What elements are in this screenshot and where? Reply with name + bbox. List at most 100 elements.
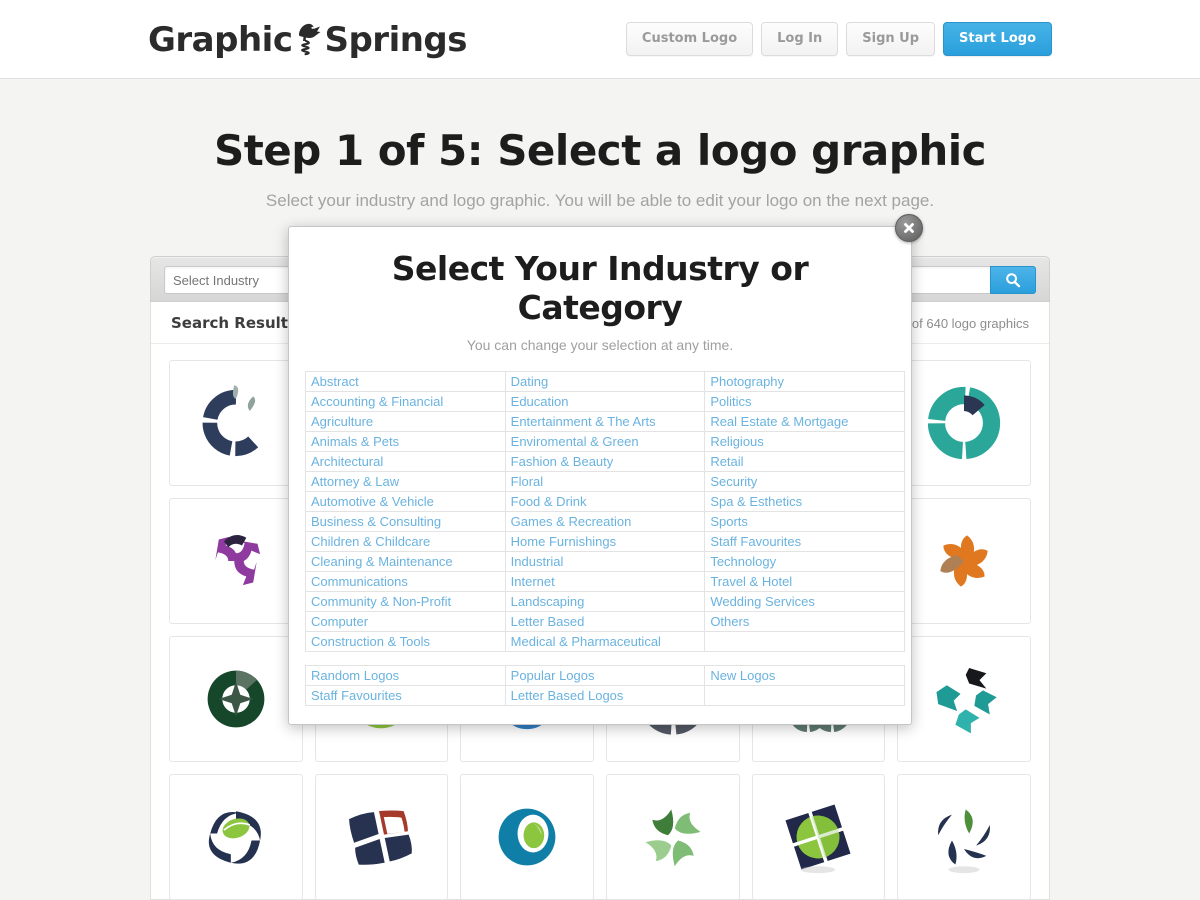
industry-cell: Automotive & Vehicle — [305, 491, 506, 512]
custom-logo-button[interactable]: Custom Logo — [625, 22, 754, 56]
industry-cell: Communications — [305, 571, 506, 592]
industry-link[interactable]: Food & Drink — [511, 494, 587, 509]
industry-link[interactable]: Cleaning & Maintenance — [311, 554, 453, 569]
industry-link[interactable]: Retail — [710, 454, 743, 469]
industry-link[interactable]: Staff Favourites — [710, 534, 801, 549]
industry-cell: Business & Consulting — [305, 511, 506, 532]
industry-cell: Spa & Esthetics — [704, 491, 905, 512]
industry-cell: Construction & Tools — [305, 631, 506, 652]
green-star-circle-icon — [207, 670, 265, 728]
industry-link[interactable]: Spa & Esthetics — [710, 494, 802, 509]
sign-up-button[interactable]: Sign Up — [846, 22, 936, 56]
logo-thumb-navy-green-swirl[interactable] — [169, 774, 303, 900]
industry-link[interactable]: Communications — [311, 574, 408, 589]
industry-link[interactable]: Attorney & Law — [311, 474, 399, 489]
industry-link[interactable]: Children & Childcare — [311, 534, 430, 549]
navy-broken-ring-icon — [202, 385, 258, 457]
industry-cell: Retail — [704, 451, 905, 472]
industry-row: Community & Non-Profit Landscaping Wedding… — [305, 591, 905, 612]
industry-link[interactable]: Wedding Services — [710, 594, 815, 609]
industry-link[interactable]: Agriculture — [311, 414, 373, 429]
industry-link[interactable]: Internet — [511, 574, 555, 589]
logo-thumb-navy-green-fan[interactable] — [897, 774, 1031, 900]
industry-link[interactable]: Real Estate & Mortgage — [710, 414, 848, 429]
industry-cell: Landscaping — [504, 591, 706, 612]
industry-cell: Food & Drink — [504, 491, 706, 512]
brand-text-graphic: Graphic — [148, 20, 293, 60]
industry-row: Cleaning & Maintenance Industrial Technolo… — [305, 551, 905, 572]
brand-logo[interactable]: Graphic Springs — [148, 16, 468, 64]
log-in-button[interactable]: Log In — [761, 22, 839, 56]
industry-link[interactable]: Floral — [511, 474, 544, 489]
logo-thumb-teal-arrows[interactable] — [897, 636, 1031, 762]
quick-link-link[interactable]: Random Logos — [311, 668, 399, 683]
industry-link[interactable]: Technology — [710, 554, 776, 569]
industry-link[interactable]: Others — [710, 614, 749, 629]
industry-cell: Architectural — [305, 451, 506, 472]
industry-link[interactable]: Politics — [710, 394, 751, 409]
quick-link-cell: Random Logos — [305, 665, 506, 686]
page-title: Step 1 of 5: Select a logo graphic — [213, 126, 987, 175]
quick-link-cell: Staff Favourites — [305, 685, 506, 706]
industry-category-body: Abstract Dating Photography Accounting & Fi… — [305, 371, 905, 652]
industry-cell: Animals & Pets — [305, 431, 506, 452]
logo-thumb-orange-pinwheel[interactable] — [897, 498, 1031, 624]
industry-row: Computer Letter Based Others — [305, 611, 905, 632]
quick-link-link[interactable]: Popular Logos — [511, 668, 595, 683]
results-count: of 640 logo graphics — [911, 316, 1029, 331]
quick-link-link[interactable]: Staff Favourites — [311, 688, 402, 703]
industry-link[interactable]: Photography — [710, 374, 784, 389]
logo-thumb-green-leaf-pinwheel[interactable] — [606, 774, 740, 900]
industry-link[interactable]: Medical & Pharmaceutical — [511, 634, 661, 649]
logo-thumb-teal-donut[interactable] — [897, 360, 1031, 486]
industry-link[interactable]: Letter Based — [511, 614, 585, 629]
industry-link[interactable]: Automotive & Vehicle — [311, 494, 434, 509]
modal-title: Select Your Industry or Category — [391, 249, 809, 327]
quick-link-row: Staff Favourites Letter Based Logos — [305, 685, 905, 706]
industry-cell: Education — [504, 391, 706, 412]
industry-link[interactable]: Security — [710, 474, 757, 489]
industry-link[interactable]: Animals & Pets — [311, 434, 399, 449]
logo-thumb-green-navy-diamond[interactable] — [751, 774, 886, 900]
industry-cell: Religious — [704, 431, 905, 452]
logo-thumb-navy-window[interactable] — [314, 774, 449, 900]
results-title: Search Results — [171, 314, 297, 332]
industry-link[interactable]: Accounting & Financial — [311, 394, 443, 409]
logo-thumb-purple-pinwheel[interactable] — [169, 498, 303, 624]
blue-circle-green-eye-icon — [498, 808, 556, 866]
industry-link[interactable]: Business & Consulting — [311, 514, 441, 529]
industry-link[interactable]: Education — [511, 394, 569, 409]
industry-link[interactable]: Travel & Hotel — [710, 574, 792, 589]
industry-cell: Travel & Hotel — [704, 571, 905, 592]
industry-link[interactable]: Architectural — [311, 454, 383, 469]
industry-cell: Politics — [704, 391, 905, 412]
industry-link[interactable]: Home Furnishings — [511, 534, 617, 549]
industry-cell: Entertainment & The Arts — [504, 411, 706, 432]
industry-cell: Computer — [305, 611, 506, 632]
close-modal-button[interactable] — [895, 214, 923, 242]
industry-link[interactable]: Enviromental & Green — [511, 434, 639, 449]
industry-link[interactable]: Sports — [710, 514, 748, 529]
logo-thumb-green-star-ring[interactable] — [169, 636, 303, 762]
industry-link[interactable]: Fashion & Beauty — [511, 454, 614, 469]
industry-link[interactable]: Computer — [311, 614, 368, 629]
search-button[interactable] — [990, 266, 1036, 294]
start-logo-button[interactable]: Start Logo — [943, 22, 1052, 56]
industry-link[interactable]: Community & Non-Profit — [311, 594, 451, 609]
industry-link[interactable]: Entertainment & The Arts — [511, 414, 656, 429]
logo-thumb-blue-eye[interactable] — [460, 774, 594, 900]
quick-link-cell: Letter Based Logos — [504, 685, 706, 706]
industry-link[interactable]: Landscaping — [511, 594, 585, 609]
industry-link[interactable]: Games & Recreation — [511, 514, 632, 529]
industry-link[interactable]: Abstract — [311, 374, 359, 389]
quick-link-link[interactable]: New Logos — [710, 668, 775, 683]
industry-row: Architectural Fashion & Beauty Retail — [305, 451, 905, 472]
industry-row: Attorney & Law Floral Security — [305, 471, 905, 492]
industry-cell: Others — [704, 611, 905, 632]
industry-link[interactable]: Dating — [511, 374, 549, 389]
industry-link[interactable]: Religious — [710, 434, 763, 449]
industry-link[interactable]: Industrial — [511, 554, 564, 569]
logo-thumb-navy-swirl-ring[interactable] — [169, 360, 303, 486]
quick-link-link[interactable]: Letter Based Logos — [511, 688, 624, 703]
industry-link[interactable]: Construction & Tools — [311, 634, 430, 649]
